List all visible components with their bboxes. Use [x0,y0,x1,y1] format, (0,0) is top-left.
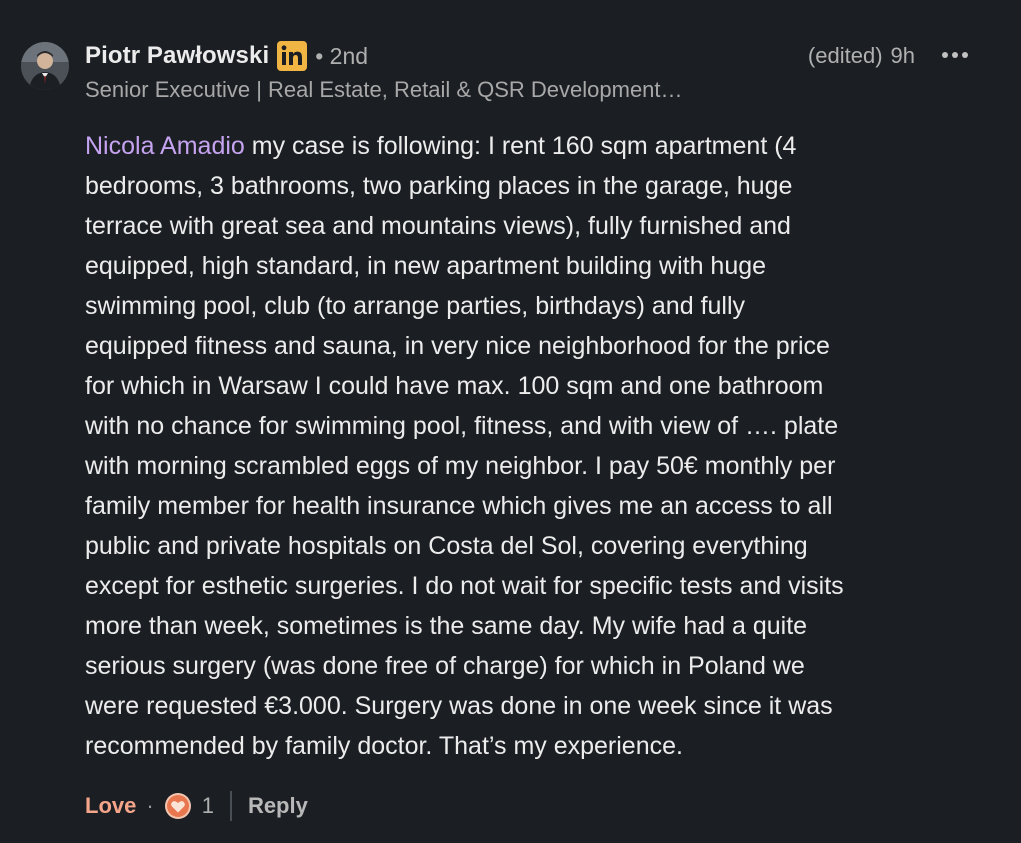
comment-line: recommended by family doctor. That’s my … [85,732,683,760]
comment-line: Nicola Amadio my case is following: I re… [85,126,985,166]
comment-line: more than week, sometimes is the same da… [85,612,808,640]
linkedin-icon [277,41,308,71]
comment-line: bedrooms, 3 bathrooms, two parking place… [85,172,793,200]
love-button[interactable]: Love [85,793,136,819]
comment-actions: Love · 1 Reply [85,788,308,824]
more-horizontal-icon [941,46,969,64]
comment-text: my case is following: I rent 160 sqm apa… [244,132,797,160]
comment-card: Piotr Pawłowski • 2nd (edited) 9h Senior… [0,0,1021,843]
reaction-count[interactable]: 1 [202,793,214,819]
comment-line: for which in Warsaw I could have max. 10… [85,372,824,400]
edited-label: (edited) [807,43,883,68]
comment-line: public and private hospitals on Costa de… [85,532,808,560]
comment-line: with no chance for swimming pool, fitnes… [85,412,839,440]
comment-line: equipped fitness and sauna, in very nice… [85,332,830,360]
author-headline: Senior Executive | Real Estate, Retail &… [85,77,683,102]
separator-dot: · [146,793,154,818]
comment-line: terrace with great sea and mountains vie… [85,212,791,240]
comment-body: Nicola Amadio my case is following: I re… [85,126,985,766]
timestamp: 9h [890,43,915,68]
comment-line: serious surgery (was done free of charge… [85,652,805,680]
action-divider [229,791,232,821]
comment-line: were requested €3.000. Surgery was done … [85,692,833,720]
connection-degree: • 2nd [315,42,369,69]
mention-link[interactable]: Nicola Amadio [85,132,245,160]
comment-line: family member for health insurance which… [85,492,833,520]
comment-line: with morning scrambled eggs of my neighb… [85,452,836,480]
author-name[interactable]: Piotr Pawłowski [85,42,269,70]
comment-line: swimming pool, club (to arrange parties,… [85,292,746,320]
comment-line: equipped, high standard, in new apartmen… [85,252,767,280]
author-row: Piotr Pawłowski • 2nd [85,40,368,72]
comment-line: except for esthetic surgeries. I do not … [85,572,844,600]
more-options-button[interactable] [938,40,972,70]
avatar[interactable] [21,42,69,90]
love-reaction-icon[interactable] [164,792,192,820]
comment-meta: (edited) 9h [808,40,915,72]
reply-button[interactable]: Reply [248,793,308,819]
